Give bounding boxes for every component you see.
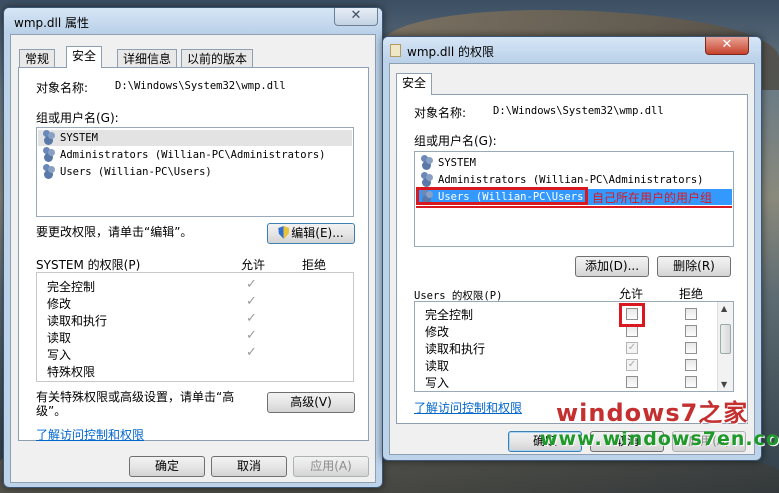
security-page: 对象名称: D:\Windows\System32\wmp.dll 组或用户名(… (396, 94, 748, 424)
permissions-list: 完全控制 ✓ 修改 ✓ 读取和执行 ✓ 读取 ✓ 写入 ✓ 特殊权限 (36, 272, 354, 382)
window-title: wmp.dll 的权限 (407, 45, 495, 59)
scrollbar-thumb[interactable] (720, 324, 731, 354)
deny-read-execute-checkbox[interactable] (685, 342, 697, 354)
add-button[interactable]: 添加(D)... (575, 256, 649, 277)
advanced-button[interactable]: 高级(V) (267, 392, 355, 413)
watermark-url: www.windows7en.com (540, 428, 779, 450)
allow-read-checkbox[interactable]: ✓ (626, 359, 638, 371)
perm-read-execute: 读取和执行 (425, 342, 486, 356)
deny-full-control-checkbox[interactable] (685, 308, 697, 320)
uac-shield-icon (278, 226, 290, 239)
remove-button[interactable]: 删除(R) (657, 256, 731, 277)
security-page: 对象名称: D:\Windows\System32\wmp.dll 组或用户名(… (18, 67, 369, 443)
window-title: wmp.dll 属性 (14, 16, 90, 30)
users-icon (420, 172, 436, 185)
learn-access-control-link[interactable]: 了解访问控制和权限 (414, 399, 522, 416)
learn-access-control-link[interactable]: 了解访问控制和权限 (36, 426, 144, 443)
edit-hint: 要更改权限，请单击“编辑”。 (36, 225, 193, 239)
allow-check-icon: ✓ (246, 311, 257, 326)
perm-full-control: 完全控制 (47, 280, 96, 294)
perm-read: 读取 (47, 331, 72, 345)
close-button[interactable]: ✕ (705, 37, 749, 55)
deny-header: 拒绝 (302, 258, 327, 272)
selection-highlight-box (416, 187, 588, 205)
perm-special: 特殊权限 (47, 365, 96, 379)
deny-read-checkbox[interactable] (685, 359, 697, 371)
object-name-value: D:\Windows\System32\wmp.dll (115, 80, 286, 92)
apply-button[interactable]: 应用(A) (293, 456, 369, 477)
allow-check-icon: ✓ (246, 294, 257, 309)
tab-security[interactable]: 安全 (66, 46, 103, 68)
group-label: 组或用户名(G): (414, 134, 497, 148)
perm-modify: 修改 (47, 297, 72, 311)
users-icon (42, 164, 58, 177)
annotation-underline (416, 206, 732, 208)
properties-dialog: wmp.dll 属性 ✕ 常规 安全 详细信息 以前的版本 对象名称: D:\W… (3, 7, 383, 488)
perm-read-execute: 读取和执行 (47, 314, 108, 328)
deny-modify-checkbox[interactable] (685, 325, 697, 337)
allow-read-execute-checkbox[interactable]: ✓ (626, 342, 638, 354)
tab-previous-versions[interactable]: 以前的版本 (181, 49, 254, 68)
edit-button[interactable]: 编辑(E)... (267, 223, 355, 244)
perm-read: 读取 (425, 359, 450, 373)
list-item-system[interactable]: SYSTEM (420, 155, 476, 171)
tab-details[interactable]: 详细信息 (117, 49, 178, 68)
permissions-title: SYSTEM 的权限(P) (36, 258, 141, 272)
allow-write-checkbox[interactable] (626, 376, 638, 388)
deny-write-checkbox[interactable] (685, 376, 697, 388)
annotation-note: 自己所在用户的用户组 (592, 191, 713, 205)
cancel-button[interactable]: 取消 (211, 456, 287, 477)
title-bar: wmp.dll 的权限 ✕ (383, 37, 761, 63)
allow-check-icon: ✓ (246, 328, 257, 343)
list-item-system[interactable]: SYSTEM (38, 130, 352, 146)
tab-general[interactable]: 常规 (19, 49, 56, 68)
perm-modify: 修改 (425, 325, 450, 339)
object-name-value: D:\Windows\System32\wmp.dll (493, 105, 664, 117)
dialog-body: 常规 安全 详细信息 以前的版本 对象名称: D:\Windows\System… (10, 34, 376, 483)
user-list[interactable]: SYSTEM Administrators (Willian-PC\Admini… (36, 127, 354, 217)
allow-header: 允许 (241, 258, 266, 272)
permissions-list: 完全控制 修改 读取和执行 ✓ 读取 ✓ 写入 ▲ ▼ (414, 301, 734, 392)
advanced-hint: 有关特殊权限或高级设置，请单击“高级”。 (36, 390, 235, 418)
file-icon (390, 44, 401, 57)
perm-write: 写入 (47, 348, 72, 362)
allow-header: 允许 (619, 287, 644, 301)
group-label: 组或用户名(G): (36, 111, 119, 125)
tab-security[interactable]: 安全 (396, 73, 433, 95)
close-button[interactable]: ✕ (334, 8, 378, 26)
list-item-administrators[interactable]: Administrators (Willian-PC\Administrator… (420, 172, 704, 188)
title-bar: wmp.dll 属性 ✕ (4, 8, 382, 34)
list-item-users[interactable]: Users (Willian-PC\Users) (42, 164, 212, 180)
list-item-administrators[interactable]: Administrators (Willian-PC\Administrator… (42, 147, 326, 163)
ok-button[interactable]: 确定 (129, 456, 205, 477)
users-icon (42, 130, 58, 143)
permissions-scrollbar[interactable]: ▲ ▼ (717, 302, 733, 391)
deny-header: 拒绝 (679, 287, 704, 301)
object-name-label: 对象名称: (414, 106, 467, 120)
scroll-down-icon[interactable]: ▼ (721, 380, 727, 389)
scroll-up-icon[interactable]: ▲ (721, 304, 727, 313)
perm-full-control: 完全控制 (425, 308, 474, 322)
allow-checkbox-highlight-box (619, 303, 645, 327)
allow-check-icon: ✓ (246, 345, 257, 360)
users-icon (42, 147, 58, 160)
object-name-label: 对象名称: (36, 81, 89, 95)
watermark-brand: windows7之家 (556, 399, 749, 427)
allow-check-icon: ✓ (246, 277, 257, 292)
perm-write: 写入 (425, 376, 450, 390)
users-icon (420, 155, 436, 168)
